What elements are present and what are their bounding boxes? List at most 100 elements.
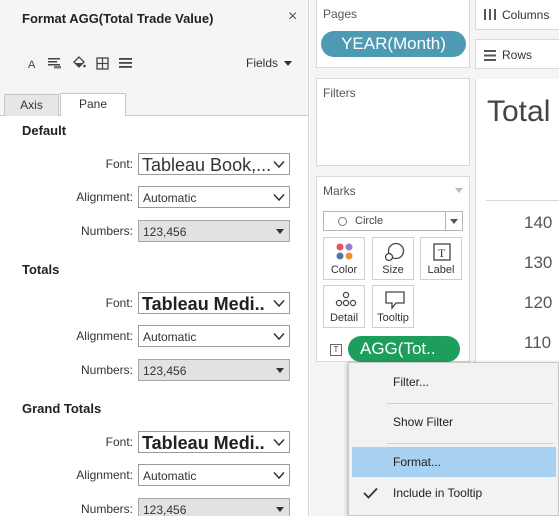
color-icon: [336, 243, 353, 260]
columns-shelf[interactable]: Columns: [475, 0, 559, 30]
tooltip-button-label: Tooltip: [377, 312, 409, 324]
chevron-down-icon: [273, 193, 285, 202]
circle-mark-icon: [338, 217, 347, 226]
totals-numbers-dropdown[interactable]: 123,456: [138, 359, 290, 381]
caret-down-icon: [276, 229, 284, 234]
label-button[interactable]: T Label: [420, 237, 462, 280]
default-alignment-dropdown[interactable]: Automatic: [138, 186, 290, 208]
totals-numbers-value: 123,456: [143, 364, 187, 378]
menu-item-filter[interactable]: Filter...: [352, 367, 556, 397]
chevron-down-icon: [273, 438, 285, 447]
pages-card[interactable]: Pages YEAR(Month): [316, 0, 470, 68]
menu-item-label: Filter...: [393, 375, 430, 389]
section-title-totals: Totals: [22, 262, 60, 277]
font-label: Font:: [105, 157, 133, 171]
borders-icon[interactable]: [93, 52, 111, 74]
color-button-label: Color: [330, 264, 358, 276]
format-pane-body: Default Font: Tableau Book,... Alignment…: [0, 116, 308, 516]
format-pane: Format AGG(Total Trade Value) × A Fields…: [0, 0, 309, 516]
tooltip-button[interactable]: Tooltip: [372, 285, 414, 328]
caret-down-icon: [450, 219, 458, 224]
grand-totals-font-value: Tableau Medi..: [142, 433, 265, 453]
axis-tick-label: 140: [524, 213, 553, 232]
format-pane-header: Format AGG(Total Trade Value) ×: [0, 0, 308, 36]
chevron-down-icon: [273, 160, 285, 169]
section-title-default: Default: [22, 123, 67, 138]
size-button-label: Size: [382, 264, 404, 276]
caret-down-icon: [284, 60, 293, 66]
grand-totals-numbers-dropdown[interactable]: 123,456: [138, 498, 290, 516]
menu-item-format[interactable]: Format...: [352, 447, 556, 477]
section-title-grand-totals: Grand Totals: [22, 401, 102, 416]
menu-separator: [387, 403, 553, 404]
numbers-label: Numbers:: [80, 502, 133, 516]
tooltip-icon: [385, 291, 405, 310]
fields-dropdown[interactable]: Fields: [246, 56, 293, 70]
tab-pane[interactable]: Pane: [60, 93, 126, 117]
agg-total-pill[interactable]: AGG(Tot..: [348, 336, 460, 362]
size-button[interactable]: Size: [372, 237, 414, 280]
axis-divider: [486, 200, 559, 201]
marks-card: Marks Circle Color Size T Label Detail T…: [316, 176, 470, 362]
rows-shelf-label: Rows: [502, 48, 533, 62]
text-mark-icon: T: [330, 344, 342, 356]
detail-button[interactable]: Detail: [323, 285, 365, 328]
menu-item-show-filter[interactable]: Show Filter: [352, 407, 556, 437]
svg-text:A: A: [28, 59, 36, 69]
mark-type-dropdown[interactable]: Circle: [323, 211, 463, 231]
fields-label: Fields: [246, 56, 279, 70]
label-icon: T: [433, 243, 451, 261]
menu-item-include-in-tooltip[interactable]: Include in Tooltip: [352, 478, 556, 508]
format-tabs: Axis Pane: [0, 92, 308, 117]
alignment-icon[interactable]: [46, 52, 64, 74]
menu-item-label: Show Filter: [393, 415, 454, 429]
lines-icon[interactable]: [116, 52, 134, 74]
format-pane-title: Format AGG(Total Trade Value): [22, 11, 214, 26]
font-label: Font:: [105, 296, 133, 310]
tab-axis[interactable]: Axis: [4, 94, 59, 117]
mark-type-value: Circle: [355, 215, 384, 227]
format-toolbar: A Fields: [0, 52, 308, 76]
totals-alignment-value: Automatic: [143, 330, 197, 344]
numbers-label: Numbers:: [80, 224, 133, 238]
view-title: Total: [487, 95, 551, 128]
totals-font-value: Tableau Medi..: [142, 294, 265, 314]
close-button[interactable]: ×: [288, 9, 297, 25]
detail-button-label: Detail: [329, 312, 359, 324]
shading-icon[interactable]: [70, 52, 88, 74]
year-month-pill[interactable]: YEAR(Month): [321, 31, 466, 57]
totals-font-dropdown[interactable]: Tableau Medi..: [138, 292, 290, 314]
checkmark-icon: [363, 487, 378, 499]
default-numbers-dropdown[interactable]: 123,456: [138, 220, 290, 242]
default-font-dropdown[interactable]: Tableau Book,...: [138, 153, 290, 175]
menu-separator: [387, 443, 553, 444]
default-font-value: Tableau Book,...: [142, 155, 270, 175]
columns-shelf-label: Columns: [502, 8, 550, 22]
filters-card-title: Filters: [323, 86, 356, 100]
marks-card-title: Marks: [323, 184, 356, 198]
alignment-label: Alignment:: [76, 190, 133, 204]
axis-tick-label: 130: [524, 253, 553, 272]
totals-alignment-dropdown[interactable]: Automatic: [138, 325, 290, 347]
chevron-down-icon: [273, 299, 285, 308]
font-icon[interactable]: A: [24, 52, 42, 74]
collapse-caret-icon[interactable]: [455, 188, 463, 193]
filters-card[interactable]: Filters: [316, 78, 470, 166]
grand-totals-alignment-dropdown[interactable]: Automatic: [138, 464, 290, 486]
size-icon: [384, 242, 405, 262]
grand-totals-numbers-value: 123,456: [143, 503, 187, 516]
grand-totals-font-dropdown[interactable]: Tableau Medi..: [138, 431, 290, 453]
caret-down-icon: [276, 507, 284, 512]
rows-shelf[interactable]: Rows: [475, 39, 559, 69]
default-numbers-value: 123,456: [143, 225, 187, 239]
alignment-label: Alignment:: [76, 329, 133, 343]
axis-tick-label: 110: [524, 333, 552, 352]
menu-item-label: Include in Tooltip: [393, 486, 483, 500]
detail-icon: [335, 291, 357, 307]
context-menu: Filter... Show Filter Format... Include …: [348, 362, 559, 516]
chevron-down-icon: [273, 332, 285, 341]
columns-icon: [484, 9, 496, 20]
alignment-label: Alignment:: [76, 468, 133, 482]
pages-card-title: Pages: [323, 7, 358, 21]
color-button[interactable]: Color: [323, 237, 365, 280]
